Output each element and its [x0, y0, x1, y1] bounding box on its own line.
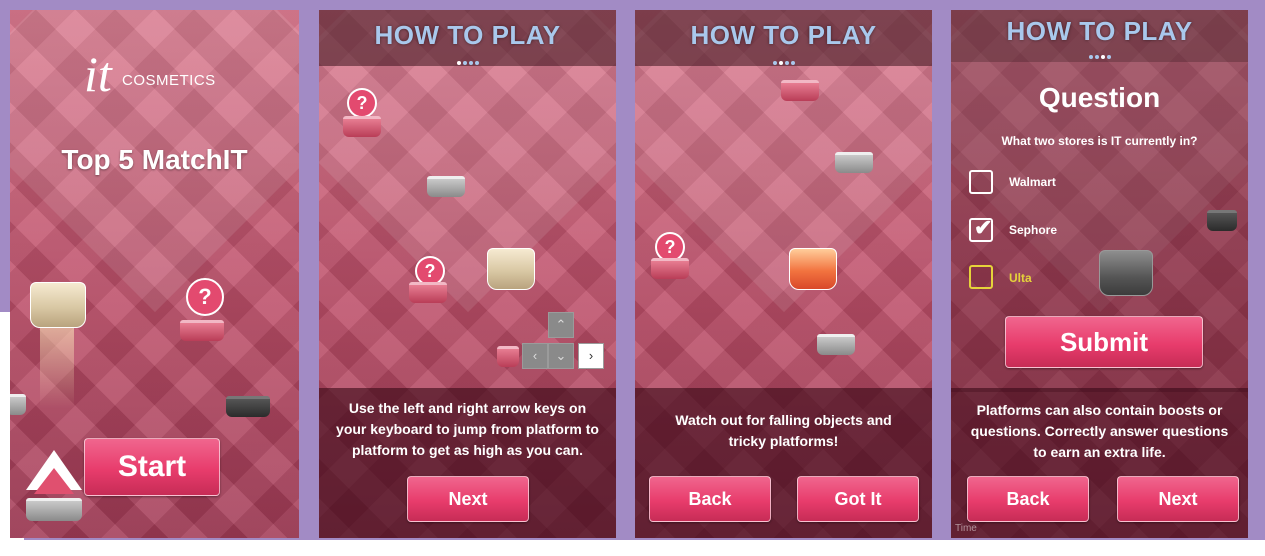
page-dot	[456, 61, 461, 65]
sephore-checkbox[interactable]: ✔	[969, 215, 993, 242]
info-text: Platforms can also contain boosts or que…	[970, 402, 1229, 460]
check-icon: ✔	[974, 215, 993, 240]
next-button[interactable]: Next	[1117, 476, 1239, 522]
cream-jar-player	[30, 282, 86, 328]
page-dot	[462, 61, 467, 65]
instruction-text: Watch out for falling objects and tricky…	[675, 412, 892, 449]
page-dot	[1094, 55, 1099, 59]
arrow-right-icon[interactable]: ›	[578, 343, 604, 369]
screen-title: HOW TO PLAY	[690, 20, 877, 50]
instruction-text: Use the left and right arrow keys on you…	[336, 400, 599, 458]
page-dot	[790, 61, 795, 65]
page-dot	[1088, 55, 1093, 59]
cream-jar	[487, 248, 535, 290]
back-button[interactable]: Back	[967, 476, 1089, 522]
page-dots-icon	[951, 46, 1248, 59]
how-to-play-screen-1: HOW TO PLAY ? ? ⌃ ‹ ⌄ › Use the left and…	[319, 10, 616, 538]
page-dot	[474, 61, 479, 65]
screen-header: HOW TO PLAY	[635, 10, 932, 66]
ulta-checkbox[interactable]	[969, 265, 993, 289]
page-dot	[1100, 55, 1105, 59]
got-it-button[interactable]: Got It	[797, 476, 919, 522]
how-to-play-screen-2: HOW TO PLAY ? Watch out for falling obje…	[635, 10, 932, 538]
game-title: Top 5 MatchIT	[61, 144, 248, 175]
walmart-label: Walmart	[1009, 175, 1056, 189]
time-label: Time	[955, 523, 977, 534]
cream-jar	[1099, 250, 1153, 296]
page-dots-icon	[635, 52, 932, 65]
arrow-up-icon[interactable]: ⌃	[548, 312, 574, 338]
question-title: Question	[1038, 82, 1161, 113]
sephore-label: Sephore	[1009, 223, 1058, 237]
next-button[interactable]: Next	[407, 476, 529, 522]
platform	[180, 320, 224, 341]
logo-glyph: it	[84, 46, 112, 102]
platform	[835, 152, 873, 173]
cream-jar-player	[789, 248, 837, 290]
screen-header: HOW TO PLAY	[951, 10, 1248, 62]
ulta-label: Ulta	[1009, 271, 1032, 285]
arrow-left-icon[interactable]: ‹	[522, 343, 548, 369]
platform	[817, 334, 855, 355]
platform	[1207, 210, 1237, 231]
platform	[10, 394, 26, 415]
player-trail	[40, 328, 74, 408]
how-to-play-screen-3: HOW TO PLAY Question What two stores is …	[951, 10, 1248, 538]
arrow-down-icon[interactable]: ⌄	[548, 343, 574, 369]
back-button[interactable]: Back	[649, 476, 771, 522]
platform	[781, 80, 819, 101]
title-screen: it COSMETICS Top 5 MatchIT ? Start	[10, 10, 299, 538]
logo-text: COSMETICS	[122, 72, 216, 89]
page-dot	[772, 61, 777, 65]
platform	[651, 258, 689, 279]
walmart-checkbox[interactable]	[969, 170, 993, 194]
question-text: What two stores is IT currently in?	[1001, 134, 1198, 148]
platform	[409, 282, 447, 303]
screen-title: HOW TO PLAY	[1006, 16, 1193, 46]
platform	[26, 498, 82, 521]
question-mark-icon: ?	[186, 278, 224, 316]
screen-title: HOW TO PLAY	[374, 20, 561, 50]
platform	[497, 346, 519, 367]
page-dot	[1106, 55, 1111, 59]
page-dot	[468, 61, 473, 65]
boost-arrow-inner	[34, 468, 74, 494]
logo: it COSMETICS	[84, 48, 234, 108]
start-button[interactable]: Start	[84, 438, 220, 496]
platform	[343, 116, 381, 137]
question-mark-icon: ?	[347, 88, 377, 118]
platform	[427, 176, 465, 197]
screen-header: HOW TO PLAY	[319, 10, 616, 66]
page-dot	[784, 61, 789, 65]
platform	[226, 396, 270, 417]
page-dot	[778, 61, 783, 65]
page-dots-icon	[319, 52, 616, 65]
submit-button[interactable]: Submit	[1005, 316, 1203, 368]
frame-edge-bottom	[0, 540, 1265, 556]
